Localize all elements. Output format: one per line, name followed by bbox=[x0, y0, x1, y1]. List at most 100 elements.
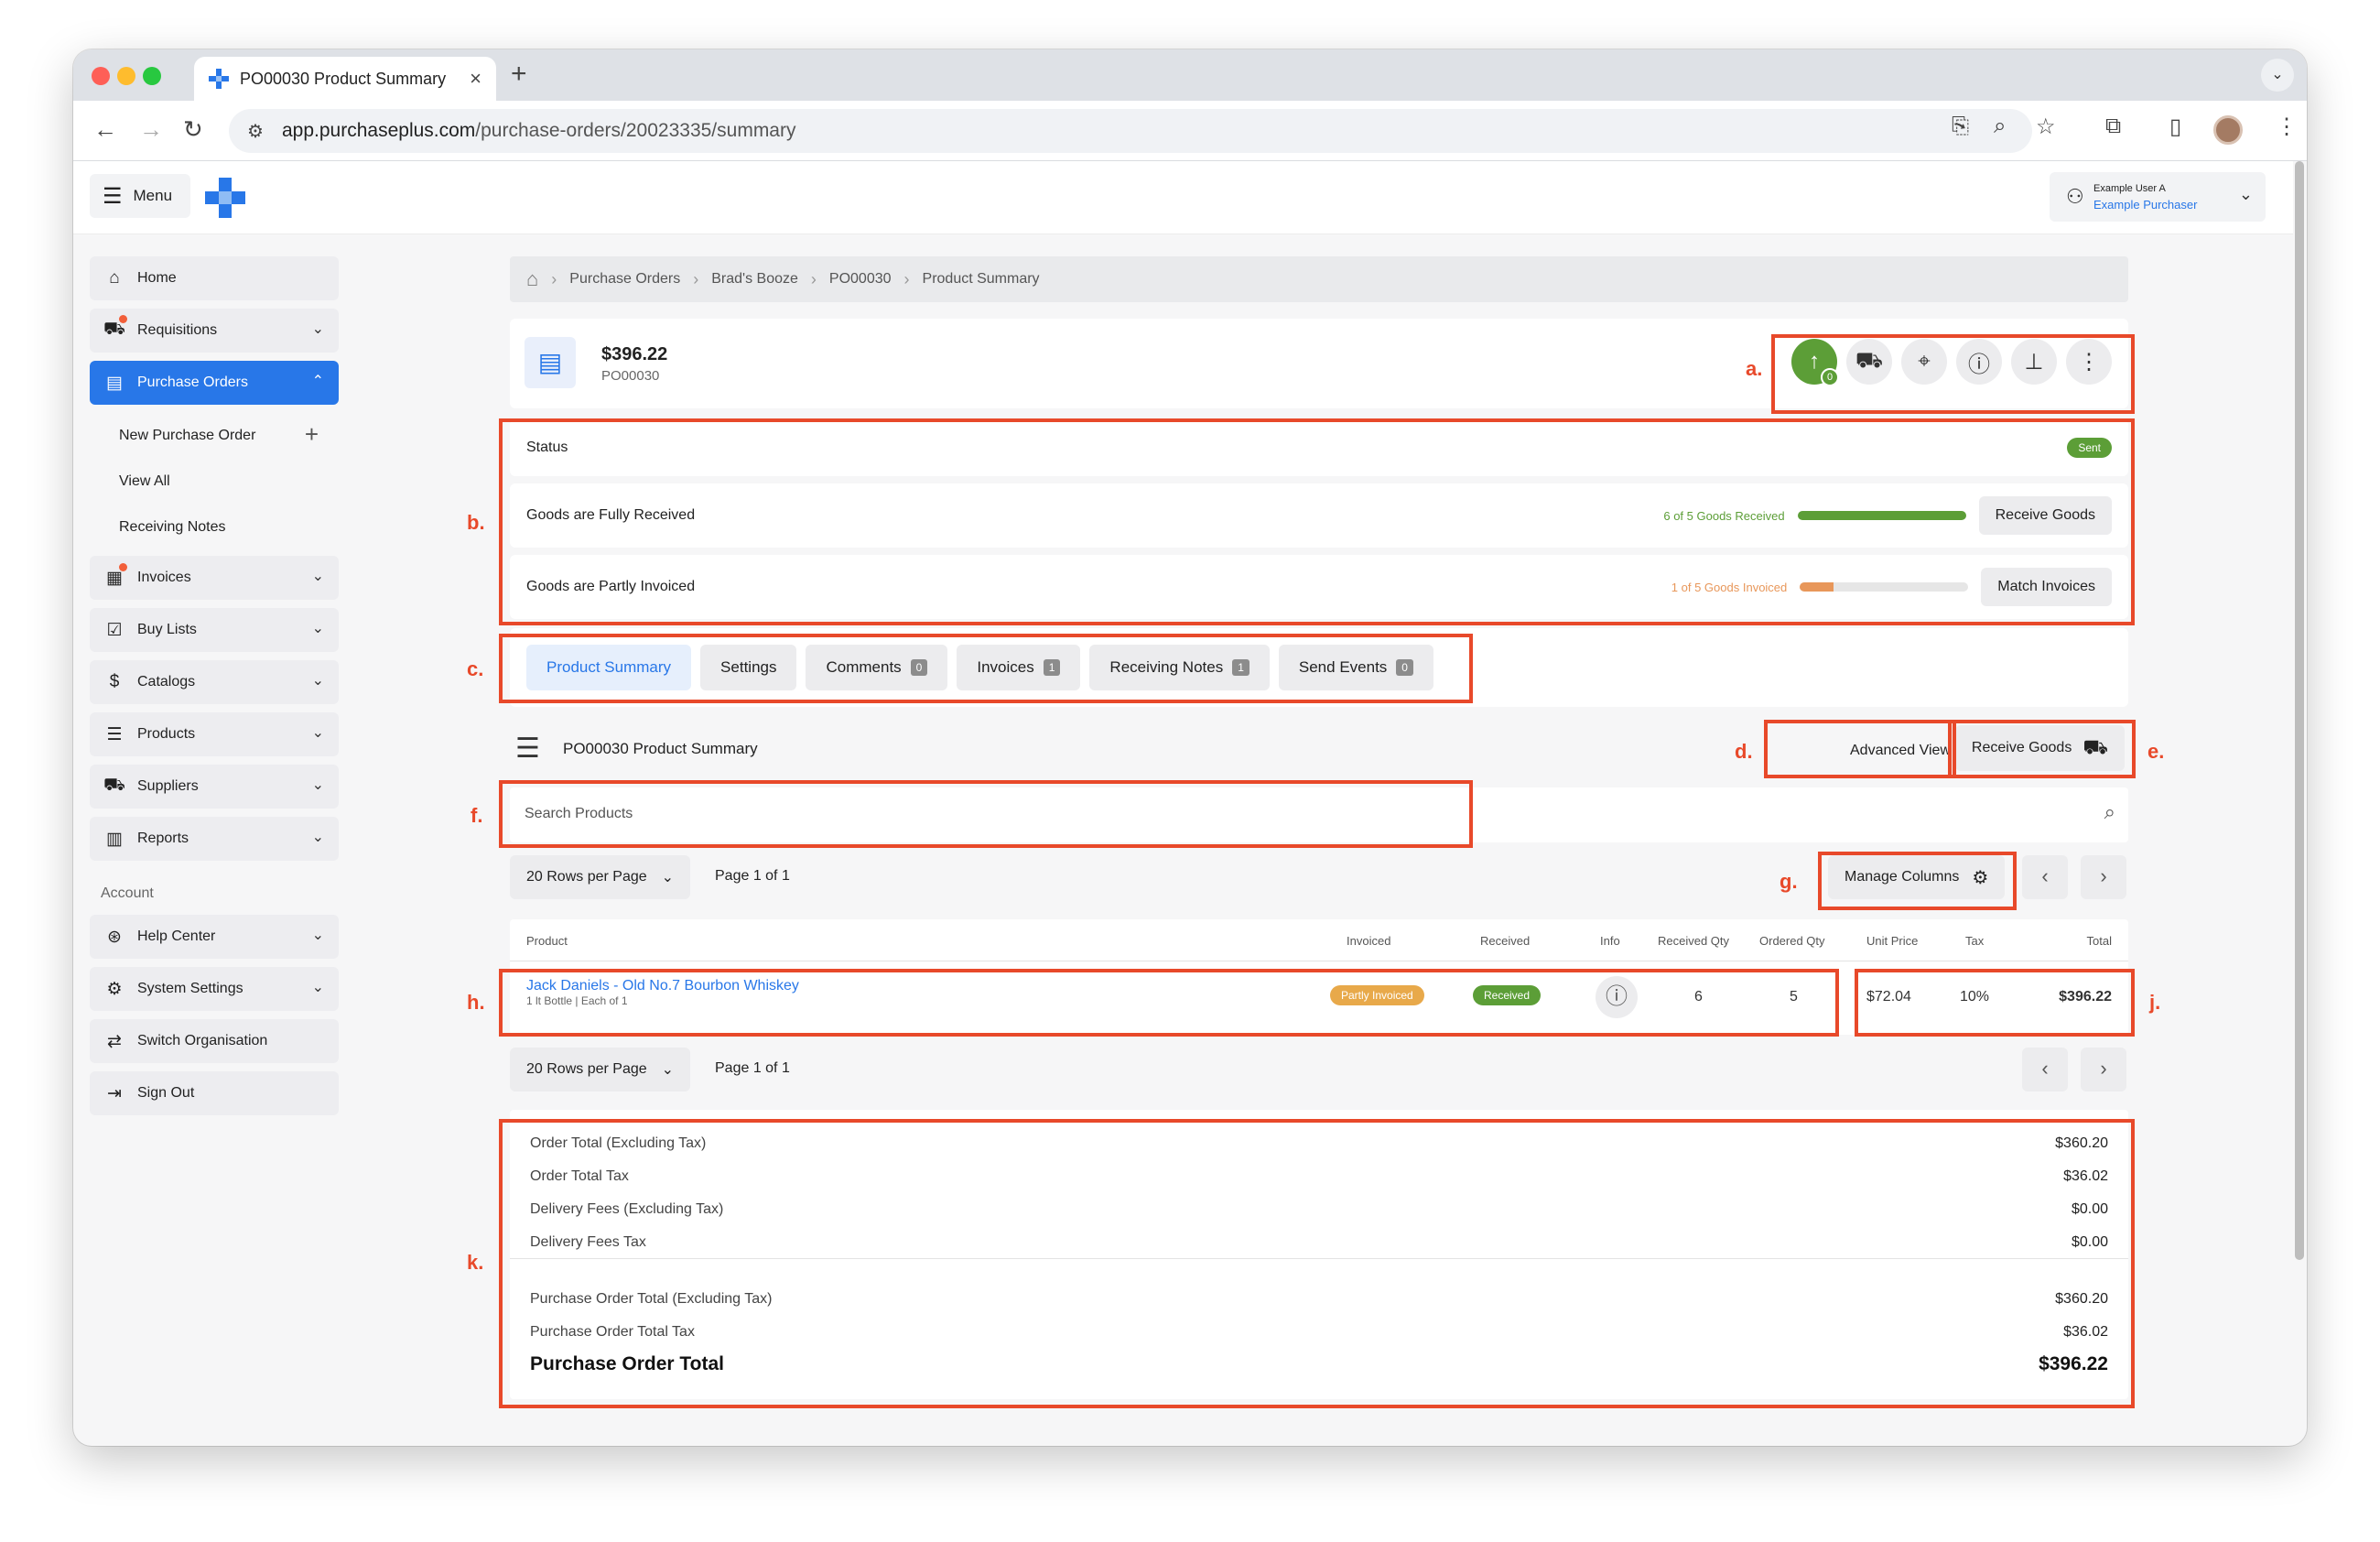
manage-columns-button[interactable]: Manage Columns ⚙ bbox=[1828, 855, 2006, 899]
home-icon[interactable]: ⌂ bbox=[526, 267, 538, 291]
po-id: PO00030 bbox=[601, 368, 660, 384]
sidebar-item-requisitions[interactable]: ⛟ Requisitions ⌄ bbox=[90, 309, 339, 353]
column-header: Invoiced bbox=[1347, 934, 1391, 948]
stack-icon: ☰ bbox=[515, 733, 540, 764]
received-progress-fill bbox=[1797, 511, 1966, 520]
browser-menu-icon[interactable]: ⋮ bbox=[2276, 114, 2298, 140]
forward-icon[interactable]: → bbox=[139, 115, 163, 143]
sidebar-subitem-label: New Purchase Order bbox=[119, 428, 256, 443]
product-link[interactable]: Jack Daniels - Old No.7 Bourbon Whiskey bbox=[526, 978, 799, 994]
tab-strip: PO00030 Product Summary × + ⌄ bbox=[73, 49, 2307, 101]
sidebar-item-buy-lists[interactable]: ☑ Buy Lists ⌄ bbox=[90, 608, 339, 652]
plus-icon[interactable]: + bbox=[305, 420, 319, 449]
user-icon: ⚇ bbox=[2066, 185, 2084, 208]
browser-tab[interactable]: PO00030 Product Summary × bbox=[194, 57, 496, 101]
reload-icon[interactable]: ↻ bbox=[183, 115, 203, 143]
close-window-dot[interactable] bbox=[92, 67, 110, 85]
info-icon[interactable]: ⓘ bbox=[1596, 976, 1638, 1018]
tab-search-icon[interactable]: ⌄ bbox=[2261, 59, 2294, 92]
tab-receiving-notes[interactable]: Receiving Notes 1 bbox=[1089, 645, 1270, 690]
menu-button[interactable]: ☰ Menu bbox=[90, 174, 190, 218]
zoom-icon[interactable]: ⌕ bbox=[1994, 114, 2006, 139]
breadcrumb-item[interactable]: PO00030 bbox=[829, 271, 892, 288]
extensions-icon[interactable]: ⧉ bbox=[2105, 114, 2121, 139]
prev-page-button[interactable]: ‹ bbox=[2022, 855, 2068, 899]
tab-send-events[interactable]: Send Events 0 bbox=[1278, 645, 1433, 690]
send-po-button[interactable]: ↑ 0 bbox=[1791, 339, 1839, 386]
bookmark-star-icon[interactable]: ☆ bbox=[2036, 114, 2056, 140]
receive-goods-button[interactable]: Receive Goods ⛟ bbox=[1954, 725, 2125, 771]
annotation-label-c: c. bbox=[467, 657, 484, 680]
tab-comments[interactable]: Comments 0 bbox=[806, 645, 948, 690]
sidebar-subitem-view-all[interactable]: View All bbox=[90, 459, 339, 505]
search-input[interactable]: Search Products ⌕ bbox=[510, 787, 2128, 842]
tab-label: Receiving Notes bbox=[1109, 658, 1224, 676]
tab-count: 1 bbox=[1232, 659, 1250, 676]
chevron-down-icon: ⌄ bbox=[311, 830, 324, 845]
purchaseplus-logo-icon[interactable] bbox=[205, 178, 245, 218]
close-tab-icon[interactable]: × bbox=[470, 67, 481, 91]
sidebar-item-system-settings[interactable]: ⚙ System Settings ⌄ bbox=[90, 967, 339, 1011]
next-page-button[interactable]: › bbox=[2081, 855, 2126, 899]
url-path: /purchase-orders/20023335/summary bbox=[475, 120, 796, 141]
sidebar-item-invoices[interactable]: ▦ Invoices ⌄ bbox=[90, 556, 339, 600]
info-button[interactable]: ⓘ bbox=[1956, 339, 2002, 385]
sidebar-item-label: Purchase Orders bbox=[137, 375, 248, 390]
sidebar-item-sign-out[interactable]: ⇥ Sign Out bbox=[90, 1071, 339, 1115]
match-invoices-button[interactable]: Match Invoices bbox=[1981, 568, 2112, 606]
sidebar-item-help-center[interactable]: ⊛ Help Center ⌄ bbox=[90, 915, 339, 959]
sidebar-item-purchase-orders[interactable]: ▤ Purchase Orders ⌃ bbox=[90, 361, 339, 405]
site-settings-icon[interactable]: ⚙ bbox=[247, 120, 264, 143]
breadcrumb-item[interactable]: Purchase Orders bbox=[569, 271, 680, 288]
po-tabs: Product Summary Settings Comments 0 Invoi… bbox=[510, 628, 2128, 707]
sidebar-subitem-new-purchase-order[interactable]: New Purchase Order + bbox=[90, 413, 339, 459]
more-options-button[interactable]: ⋮ bbox=[2066, 339, 2112, 385]
po-header: ▤ $396.22 PO00030 ↑ 0 ⛟ ⌖ ⓘ ⊥ ⋮ bbox=[510, 319, 2128, 408]
annotation-label-d: d. bbox=[1735, 740, 1753, 763]
received-progress-bar bbox=[1797, 511, 1966, 520]
side-panel-icon[interactable]: ▯ bbox=[2169, 114, 2181, 140]
more-vertical-icon: ⋮ bbox=[2078, 349, 2100, 375]
delivery-button[interactable]: ⛟ bbox=[1846, 339, 1892, 385]
scrollbar[interactable] bbox=[2295, 161, 2304, 1260]
profile-avatar[interactable] bbox=[2213, 115, 2243, 145]
user-menu[interactable]: ⚇ Example User A Example Purchaser ⌄ bbox=[2050, 172, 2266, 222]
truck-icon: ⛟ bbox=[103, 776, 125, 795]
receive-goods-button[interactable]: Receive Goods bbox=[1978, 496, 2112, 535]
truck-icon: ⛟ bbox=[2082, 734, 2108, 758]
tab-invoices[interactable]: Invoices 1 bbox=[957, 645, 1081, 690]
column-header: Info bbox=[1600, 934, 1620, 948]
annotation-label-j: j. bbox=[2149, 991, 2161, 1014]
breadcrumb-item-current: Product Summary bbox=[922, 271, 1040, 287]
next-page-button[interactable]: › bbox=[2081, 1048, 2126, 1091]
tab-product-summary[interactable]: Product Summary bbox=[526, 645, 692, 690]
sidebar-item-label: Requisitions bbox=[137, 322, 218, 338]
sidebar-item-home[interactable]: ⌂ Home bbox=[90, 256, 339, 300]
rows-per-page-select[interactable]: 20 Rows per Page ⌄ bbox=[510, 1048, 691, 1091]
new-tab-icon[interactable]: + bbox=[511, 59, 527, 90]
sidebar-item-label: Home bbox=[137, 270, 177, 286]
hierarchy-button[interactable]: ⊥ bbox=[2011, 339, 2057, 385]
browser-window: PO00030 Product Summary × + ⌄ ← → ↻ ⚙ ap… bbox=[73, 49, 2307, 1446]
url-input[interactable]: ⚙ app.purchaseplus.com/purchase-orders/2… bbox=[229, 109, 2032, 153]
sidebar-item-suppliers[interactable]: ⛟ Suppliers ⌄ bbox=[90, 765, 339, 809]
sidebar-subitem-receiving-notes[interactable]: Receiving Notes bbox=[90, 505, 339, 550]
breadcrumb-item[interactable]: Brad's Booze bbox=[711, 271, 798, 288]
maximize-window-dot[interactable] bbox=[143, 67, 161, 85]
back-icon[interactable]: ← bbox=[93, 115, 117, 143]
sidebar-item-products[interactable]: ☰ Products ⌄ bbox=[90, 712, 339, 756]
status-badge: Sent bbox=[2067, 438, 2112, 458]
install-icon[interactable]: ⎘ bbox=[1952, 114, 1969, 139]
sidebar-item-reports[interactable]: ▥ Reports ⌄ bbox=[90, 817, 339, 861]
track-button[interactable]: ⌖ bbox=[1901, 339, 1947, 385]
sidebar-item-switch-organisation[interactable]: ⇄ Switch Organisation bbox=[90, 1019, 339, 1063]
prev-page-button[interactable]: ‹ bbox=[2022, 1048, 2068, 1091]
minimize-window-dot[interactable] bbox=[117, 67, 135, 85]
tab-label: Settings bbox=[720, 658, 777, 676]
sidebar-item-catalogs[interactable]: $ Catalogs ⌄ bbox=[90, 660, 339, 704]
received-label: Goods are Fully Received bbox=[526, 507, 696, 523]
chevron-down-icon: ⌄ bbox=[311, 725, 324, 741]
tab-settings[interactable]: Settings bbox=[700, 645, 797, 690]
annotation-label-b: b. bbox=[467, 511, 485, 534]
rows-per-page-select[interactable]: 20 Rows per Page ⌄ bbox=[510, 855, 691, 899]
